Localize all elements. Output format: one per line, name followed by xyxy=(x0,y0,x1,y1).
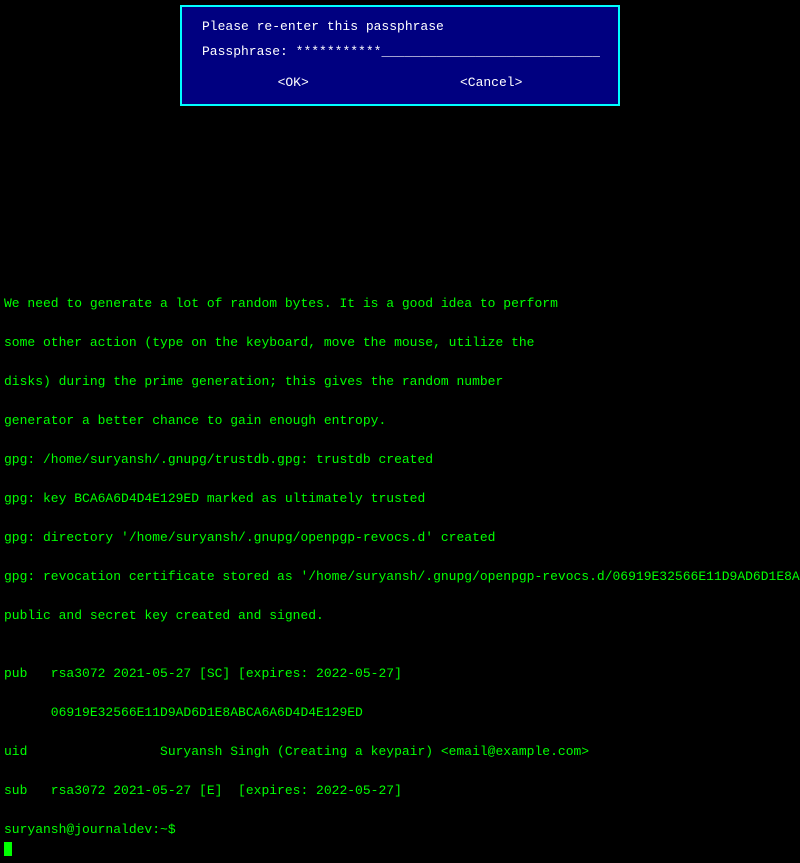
terminal-output: We need to generate a lot of random byte… xyxy=(0,110,800,863)
terminal-line: disks) during the prime generation; this… xyxy=(4,372,796,392)
dialog-box: Please re-enter this passphrase Passphra… xyxy=(180,5,620,106)
terminal-line: uid Suryansh Singh (Creating a keypair) … xyxy=(4,742,796,762)
dialog-title: Please re-enter this passphrase xyxy=(202,19,598,34)
terminal-line: pub rsa3072 2021-05-27 [SC] [expires: 20… xyxy=(4,664,796,684)
terminal-cursor xyxy=(4,842,12,856)
terminal-line: We need to generate a lot of random byte… xyxy=(4,294,796,314)
terminal-line: gpg: key BCA6A6D4D4E129ED marked as ulti… xyxy=(4,489,796,509)
terminal-line: gpg: /home/suryansh/.gnupg/trustdb.gpg: … xyxy=(4,450,796,470)
terminal-line: 06919E32566E11D9AD6D1E8ABCA6A6D4D4E129ED xyxy=(4,703,796,723)
terminal-line: gpg: revocation certificate stored as '/… xyxy=(4,567,796,587)
terminal-line: generator a better chance to gain enough… xyxy=(4,411,796,431)
terminal-line: some other action (type on the keyboard,… xyxy=(4,333,796,353)
passphrase-field: Passphrase: ***********_________________… xyxy=(202,44,598,59)
cancel-button[interactable]: <Cancel> xyxy=(452,73,530,92)
ok-button[interactable]: <OK> xyxy=(270,73,317,92)
terminal-line: gpg: directory '/home/suryansh/.gnupg/op… xyxy=(4,528,796,548)
dialog-overlay: Please re-enter this passphrase Passphra… xyxy=(0,0,800,110)
dialog-buttons: <OK> <Cancel> xyxy=(202,73,598,92)
passphrase-value: ***********____________________________ xyxy=(296,44,600,59)
terminal-prompt: suryansh@journaldev:~$ xyxy=(4,820,796,840)
terminal-line: public and secret key created and signed… xyxy=(4,606,796,626)
passphrase-label: Passphrase: xyxy=(202,44,288,59)
terminal-line: sub rsa3072 2021-05-27 [E] [expires: 202… xyxy=(4,781,796,801)
